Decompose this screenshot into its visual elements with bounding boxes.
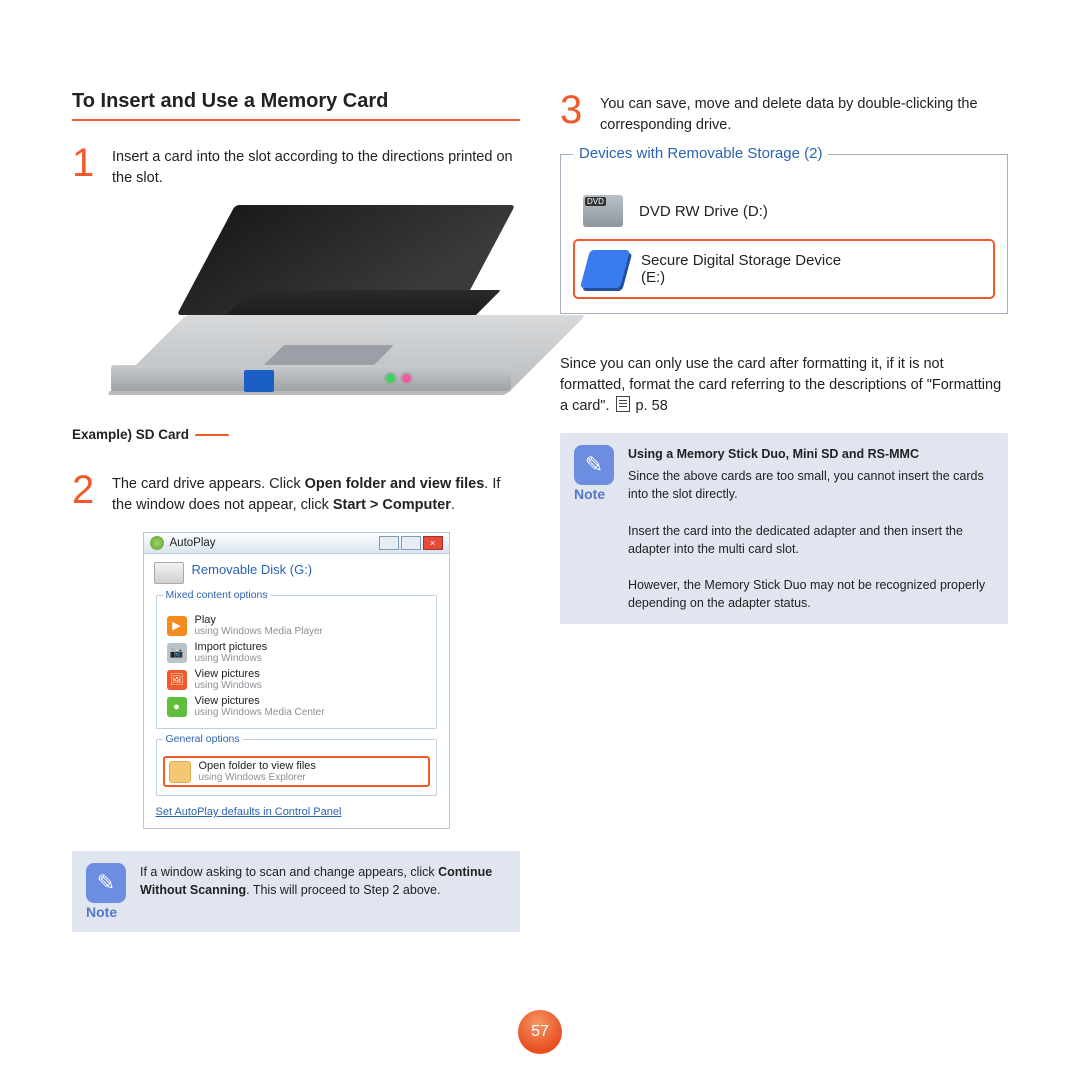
dvd-drive-item[interactable]: DVD RW Drive (D:) [573, 183, 995, 239]
mc-icon: ● [167, 697, 187, 717]
autoplay-option[interactable]: 🖼View picturesusing Windows [163, 666, 430, 693]
step-text: Insert a card into the slot according to… [112, 143, 520, 189]
pic-icon: 🖼 [167, 670, 187, 690]
fieldset-legend: General options [163, 733, 243, 745]
open-folder-option[interactable]: Open folder to view filesusing Windows E… [163, 756, 430, 787]
autoplay-icon [150, 536, 164, 550]
folder-icon [169, 761, 191, 783]
note-box: ✎ Note If a window asking to scan and ch… [72, 851, 520, 932]
page-number-badge: 57 [518, 1010, 562, 1054]
sd-device-item[interactable]: Secure Digital Storage Device(E:) [573, 239, 995, 299]
page-ref-icon [616, 396, 630, 412]
note-label: Note [86, 904, 126, 920]
maximize-button[interactable] [401, 536, 421, 550]
minimize-button[interactable] [379, 536, 399, 550]
devices-header: Devices with Removable Storage (2) [573, 145, 828, 162]
step-3: 3 You can save, move and delete data by … [560, 90, 1008, 136]
section-title: To Insert and Use a Memory Card [72, 90, 520, 121]
sd-card-label: Example) SD Card [72, 427, 229, 442]
window-titlebar: AutoPlay × [144, 533, 449, 554]
step-2: 2 The card drive appears. Click Open fol… [72, 470, 520, 516]
play-icon: ▶ [167, 616, 187, 636]
cam-icon: 📷 [167, 643, 187, 663]
autoplay-defaults-link[interactable]: Set AutoPlay defaults in Control Panel [144, 798, 449, 828]
format-paragraph: Since you can only use the card after fo… [560, 350, 1008, 417]
step-number: 2 [72, 470, 98, 516]
sd-device-icon [580, 250, 630, 288]
note-box: ✎ Note Using a Memory Stick Duo, Mini SD… [560, 433, 1008, 624]
autoplay-option[interactable]: ●View picturesusing Windows Media Center [163, 693, 430, 720]
pencil-icon: ✎ [574, 445, 614, 485]
step-number: 3 [560, 90, 586, 136]
drive-title: Removable Disk (G:) [192, 562, 313, 584]
autoplay-window: AutoPlay × Removable Disk (G:) Mixed con… [143, 532, 450, 829]
step-text: The card drive appears. Click Open folde… [112, 470, 520, 516]
note-label: Note [574, 486, 614, 502]
autoplay-option[interactable]: 📷Import picturesusing Windows [163, 639, 430, 666]
step-1: 1 Insert a card into the slot according … [72, 143, 520, 189]
fieldset-legend: Mixed content options [163, 589, 271, 601]
devices-panel: Devices with Removable Storage (2) DVD R… [560, 154, 1008, 314]
sd-card-icon [244, 370, 274, 392]
close-button[interactable]: × [423, 536, 443, 550]
step-text: You can save, move and delete data by do… [600, 90, 1008, 136]
laptop-illustration [86, 205, 506, 415]
dvd-icon [583, 195, 623, 227]
drive-icon [154, 562, 184, 584]
step-number: 1 [72, 143, 98, 189]
autoplay-option[interactable]: ▶Playusing Windows Media Player [163, 612, 430, 639]
pencil-icon: ✎ [86, 863, 126, 903]
